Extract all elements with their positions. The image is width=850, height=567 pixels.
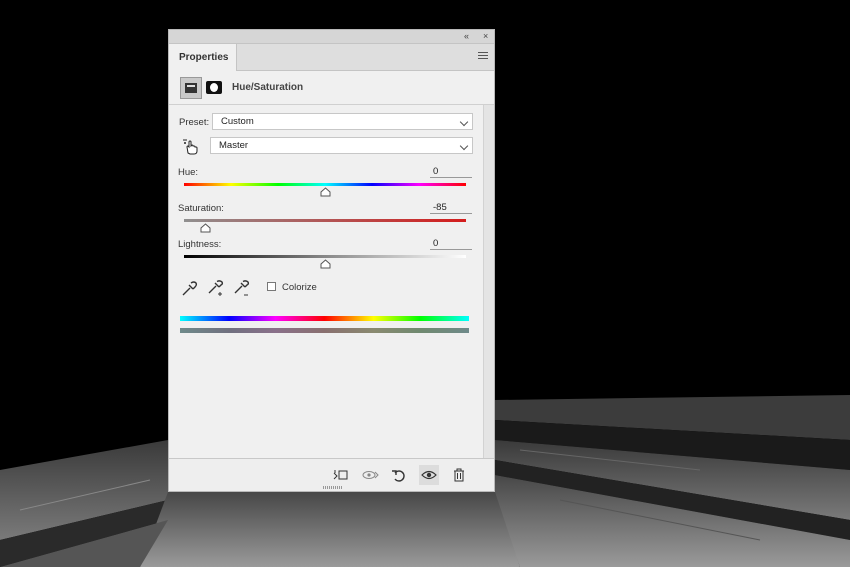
properties-panel: « × Properties Hue/Saturation Preset: Cu… [168, 29, 495, 492]
colorize-label: Colorize [282, 282, 317, 293]
lightness-slider-track[interactable] [184, 255, 466, 258]
panel-menu-icon[interactable] [478, 52, 488, 61]
preset-select[interactable]: Custom [212, 113, 473, 130]
hue-value-field[interactable]: 0 [430, 166, 472, 178]
channel-value: Master [219, 140, 249, 151]
saturation-value-field[interactable]: -85 [430, 202, 472, 214]
trash-icon[interactable] [449, 465, 469, 485]
tab-bar: Properties [169, 44, 494, 71]
panel-footer [169, 458, 494, 491]
scrollbar[interactable] [483, 105, 494, 460]
channel-select[interactable]: Master [210, 137, 473, 154]
layer-mask-icon[interactable] [206, 81, 222, 94]
eyedropper-minus-icon[interactable] [232, 280, 250, 298]
saturation-slider-thumb[interactable] [200, 223, 211, 233]
colorize-checkbox[interactable] [267, 282, 276, 291]
eyedropper-plus-icon[interactable] [206, 280, 224, 298]
chevron-down-icon [459, 141, 469, 151]
clip-to-layer-icon[interactable] [331, 465, 351, 485]
tab-properties[interactable]: Properties [169, 44, 237, 71]
chevron-down-icon [459, 117, 469, 127]
lightness-value-field[interactable]: 0 [430, 238, 472, 250]
lightness-label: Lightness: [178, 239, 222, 250]
eyedropper-icon[interactable] [180, 280, 198, 298]
resize-grip[interactable] [323, 486, 343, 489]
adjustment-header: Hue/Saturation [169, 71, 494, 105]
hue-label: Hue: [178, 167, 199, 178]
preset-label: Preset: [179, 117, 210, 128]
saturation-slider-track[interactable] [184, 219, 466, 222]
hue-saturation-icon[interactable] [180, 77, 202, 99]
input-color-bar [180, 316, 469, 321]
hue-slider-track[interactable] [184, 183, 466, 186]
view-previous-state-icon[interactable] [360, 465, 380, 485]
saturation-label: Saturation: [178, 203, 224, 214]
targeted-adjustment-hand-icon[interactable] [182, 138, 200, 156]
collapse-button[interactable]: « [464, 30, 469, 43]
lightness-slider-thumb[interactable] [320, 259, 331, 269]
hue-slider-thumb[interactable] [320, 187, 331, 197]
reset-icon[interactable] [389, 465, 409, 485]
panel-title-strip: « × [169, 30, 494, 44]
visibility-eye-icon[interactable] [419, 465, 439, 485]
preset-value: Custom [221, 116, 254, 127]
close-button[interactable]: × [483, 30, 488, 43]
output-color-bar [180, 328, 469, 333]
adjustment-title: Hue/Saturation [232, 82, 304, 93]
